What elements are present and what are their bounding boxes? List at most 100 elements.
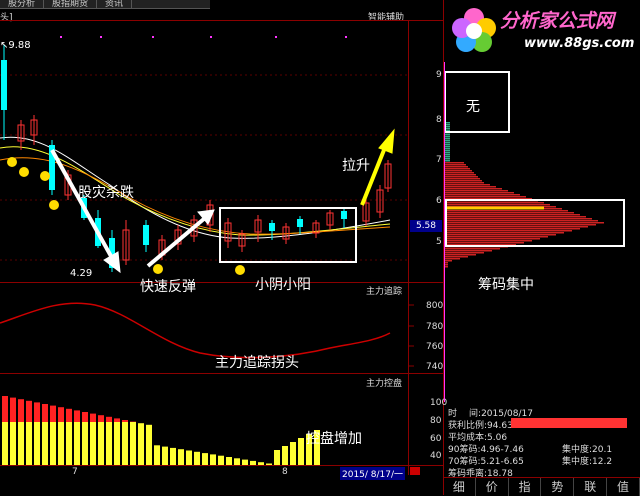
control-bar-yellow: [194, 452, 200, 465]
chip-bar: [444, 178, 480, 180]
tracking-line-chart: [0, 283, 408, 373]
chip-bar: [444, 194, 520, 196]
candle-down: [341, 211, 347, 219]
x-axis-month-7: 7: [72, 467, 78, 477]
control-bar-red: [106, 417, 112, 422]
control-bar-yellow: [154, 445, 160, 465]
smiley-icon: [235, 265, 245, 275]
chip-bar: [444, 210, 568, 212]
x-axis-month-8: 8: [282, 467, 288, 477]
chip-bar: [444, 168, 470, 170]
control-bar-yellow: [10, 422, 16, 465]
chip-bar: [444, 166, 468, 168]
control-bar-red: [2, 396, 8, 422]
price-tick: 7: [436, 155, 442, 165]
chip-bar: [444, 176, 478, 178]
bottom-tab-bar: 细 价 指 势 联 值: [443, 477, 640, 496]
chip-bar: [444, 252, 484, 254]
control-bar-yellow: [58, 422, 64, 465]
crash-annotation: 股灾杀跌: [78, 182, 134, 202]
chip-bar: [444, 196, 526, 198]
bottom-tab-detail[interactable]: 细: [443, 478, 476, 496]
control-bar-yellow: [146, 425, 152, 465]
bottom-tab-trend[interactable]: 势: [541, 478, 574, 496]
chip-bar: [444, 162, 464, 164]
chip-bar: [444, 212, 574, 214]
control-bar-red: [34, 402, 40, 422]
current-price-tag: 5.58: [410, 220, 442, 232]
chip-bar: [444, 180, 482, 182]
control-tick: 80: [430, 416, 441, 426]
price-tick: 5: [436, 237, 442, 247]
control-annotation: 控盘增加: [306, 428, 362, 448]
control-bar-red: [58, 407, 64, 422]
chip-bar: [444, 188, 502, 190]
chip-bar: [444, 228, 580, 230]
chip-bar: [444, 224, 596, 226]
control-bar-yellow: [274, 450, 280, 465]
control-bar-red: [66, 409, 72, 422]
control-bar-red: [82, 412, 88, 422]
logo-url: www.88gs.com: [524, 36, 634, 51]
control-bar-red: [122, 420, 128, 422]
control-bar-yellow: [114, 422, 120, 465]
price-tick: 6: [436, 196, 442, 206]
control-bar-red: [18, 399, 24, 422]
control-bar-yellow: [202, 453, 208, 465]
candle-down: [143, 225, 149, 245]
control-bar-yellow: [66, 422, 72, 465]
tab-news[interactable]: 资讯: [97, 0, 132, 8]
control-bar-yellow: [130, 422, 136, 465]
none-label: 无: [466, 96, 480, 116]
chip-bar: [444, 250, 492, 252]
chip-bar: [444, 202, 544, 204]
chip-bar: [444, 186, 496, 188]
smiley-icon: [19, 167, 29, 177]
chip-bar: [444, 164, 466, 166]
control-bar-yellow: [210, 454, 216, 465]
chip-bar: [444, 192, 514, 194]
control-tick: 40: [430, 451, 441, 461]
control-bar-yellow: [170, 448, 176, 465]
chip-bar: [444, 172, 474, 174]
chip-bar: [444, 238, 540, 240]
bottom-tab-value[interactable]: 值: [607, 478, 640, 496]
chip-bar: [444, 182, 484, 184]
control-bar-yellow: [178, 449, 184, 465]
chip-bar: [444, 220, 598, 222]
chip-bar: [444, 174, 476, 176]
control-bar-red: [50, 406, 56, 422]
chip-bar: [444, 242, 524, 244]
candle-down: [269, 223, 275, 231]
tab-futures[interactable]: 股指期货: [44, 0, 97, 8]
bottom-tab-linked[interactable]: 联: [574, 478, 607, 496]
smiley-icon: [7, 157, 17, 167]
high-price-label: ↖9.88: [0, 40, 31, 51]
chip-bar: [444, 256, 468, 258]
control-bar-yellow: [2, 422, 8, 465]
chip-bar: [444, 184, 490, 186]
chip-bar: [444, 190, 508, 192]
control-bar-yellow: [18, 422, 24, 465]
bottom-tab-price[interactable]: 价: [476, 478, 509, 496]
tab-stock-analysis[interactable]: 股分析: [0, 0, 44, 8]
chip-bar: [444, 230, 572, 232]
chip-bar: [444, 248, 500, 250]
logo-area: 分析家公式网 www.88gs.com: [444, 0, 640, 62]
control-bar-yellow: [218, 456, 224, 465]
tracking-annotation: 主力追踪拐头: [215, 352, 299, 372]
scroll-handle[interactable]: [410, 467, 420, 475]
chip-bar: [444, 240, 532, 242]
control-bar-yellow: [90, 422, 96, 465]
control-bar-yellow: [74, 422, 80, 465]
control-bar-yellow: [234, 458, 240, 465]
control-bar-yellow: [26, 422, 32, 465]
control-bar-yellow: [290, 442, 296, 465]
control-panel-bottom: [0, 465, 443, 466]
chip-bar: [444, 204, 550, 206]
bottom-tab-index[interactable]: 指: [509, 478, 542, 496]
control-bar-yellow: [242, 460, 248, 465]
profit-ratio-bar: [511, 418, 627, 428]
tracking-axis: [408, 283, 443, 375]
control-bar-yellow: [42, 422, 48, 465]
